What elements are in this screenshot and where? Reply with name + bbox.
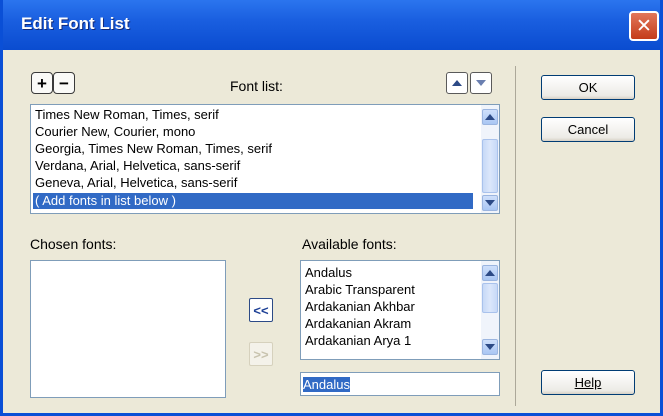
font-list-item[interactable]: Geneva, Arial, Helvetica, sans-serif bbox=[33, 175, 237, 191]
scroll-down-icon bbox=[485, 200, 495, 206]
font-list-item[interactable]: Georgia, Times New Roman, Times, serif bbox=[33, 141, 272, 157]
font-list-label: Font list: bbox=[230, 78, 283, 94]
chosen-fonts-label: Chosen fonts: bbox=[30, 236, 117, 252]
font-list-box[interactable]: Times New Roman, Times, serif Courier Ne… bbox=[30, 104, 500, 214]
plus-icon: + bbox=[37, 73, 47, 93]
available-font-item[interactable]: Ardakanian Akram bbox=[303, 316, 411, 332]
edit-font-list-dialog: Edit Font List ✕ + − Font list: Times Ne… bbox=[0, 0, 663, 416]
available-fonts-label: Available fonts: bbox=[302, 236, 397, 252]
scroll-up-button[interactable] bbox=[482, 109, 498, 125]
font-name-input[interactable]: Andalus bbox=[300, 372, 500, 396]
dialog-title: Edit Font List bbox=[21, 14, 130, 33]
add-to-list-label: << bbox=[253, 302, 269, 318]
available-font-item[interactable]: Arabic Transparent bbox=[303, 282, 415, 298]
cancel-button[interactable]: Cancel bbox=[541, 117, 635, 142]
cancel-label: Cancel bbox=[567, 122, 609, 137]
remove-font-button[interactable]: − bbox=[53, 72, 75, 94]
ok-label: OK bbox=[578, 80, 598, 95]
close-icon: ✕ bbox=[636, 15, 652, 37]
add-font-button[interactable]: + bbox=[31, 72, 53, 94]
scroll-up-icon bbox=[485, 114, 495, 120]
scroll-up-icon bbox=[485, 270, 495, 276]
scroll-down-button[interactable] bbox=[482, 339, 498, 355]
help-button[interactable]: Help bbox=[541, 370, 635, 395]
font-list-item[interactable]: Verdana, Arial, Helvetica, sans-serif bbox=[33, 158, 240, 174]
available-fonts-list[interactable]: Andalus Arabic Transparent Ardakanian Ak… bbox=[300, 260, 500, 360]
available-font-item[interactable]: Ardakanian Akhbar bbox=[303, 299, 415, 315]
font-name-input-value: Andalus bbox=[303, 376, 350, 392]
move-up-button[interactable] bbox=[446, 72, 468, 94]
ok-button[interactable]: OK bbox=[541, 75, 635, 100]
close-button[interactable]: ✕ bbox=[629, 11, 659, 41]
scroll-thumb[interactable] bbox=[482, 139, 498, 193]
font-list-item[interactable]: Times New Roman, Times, serif bbox=[33, 107, 219, 123]
scroll-down-icon bbox=[485, 344, 495, 350]
chosen-fonts-list[interactable] bbox=[30, 260, 226, 398]
add-to-list-button[interactable]: << bbox=[249, 298, 273, 322]
remove-from-list-label: >> bbox=[253, 346, 269, 362]
minus-icon: − bbox=[59, 73, 69, 93]
font-list-item-selected[interactable]: ( Add fonts in list below ) bbox=[33, 193, 473, 209]
triangle-up-icon bbox=[452, 80, 462, 86]
help-label: Help bbox=[574, 375, 602, 390]
scroll-thumb[interactable] bbox=[482, 283, 498, 313]
font-list-item[interactable]: Courier New, Courier, mono bbox=[33, 124, 195, 140]
available-font-item[interactable]: Ardakanian Arya 1 bbox=[303, 333, 411, 349]
triangle-down-icon bbox=[476, 80, 486, 86]
remove-from-list-button[interactable]: >> bbox=[249, 342, 273, 366]
scroll-up-button[interactable] bbox=[482, 265, 498, 281]
available-font-item[interactable]: Andalus bbox=[303, 265, 352, 281]
divider bbox=[515, 66, 516, 406]
title-bar[interactable]: Edit Font List ✕ bbox=[3, 0, 660, 50]
scroll-down-button[interactable] bbox=[482, 195, 498, 211]
font-list-scrollbar[interactable] bbox=[481, 105, 499, 213]
available-fonts-scrollbar[interactable] bbox=[481, 261, 499, 359]
move-down-button[interactable] bbox=[470, 72, 492, 94]
